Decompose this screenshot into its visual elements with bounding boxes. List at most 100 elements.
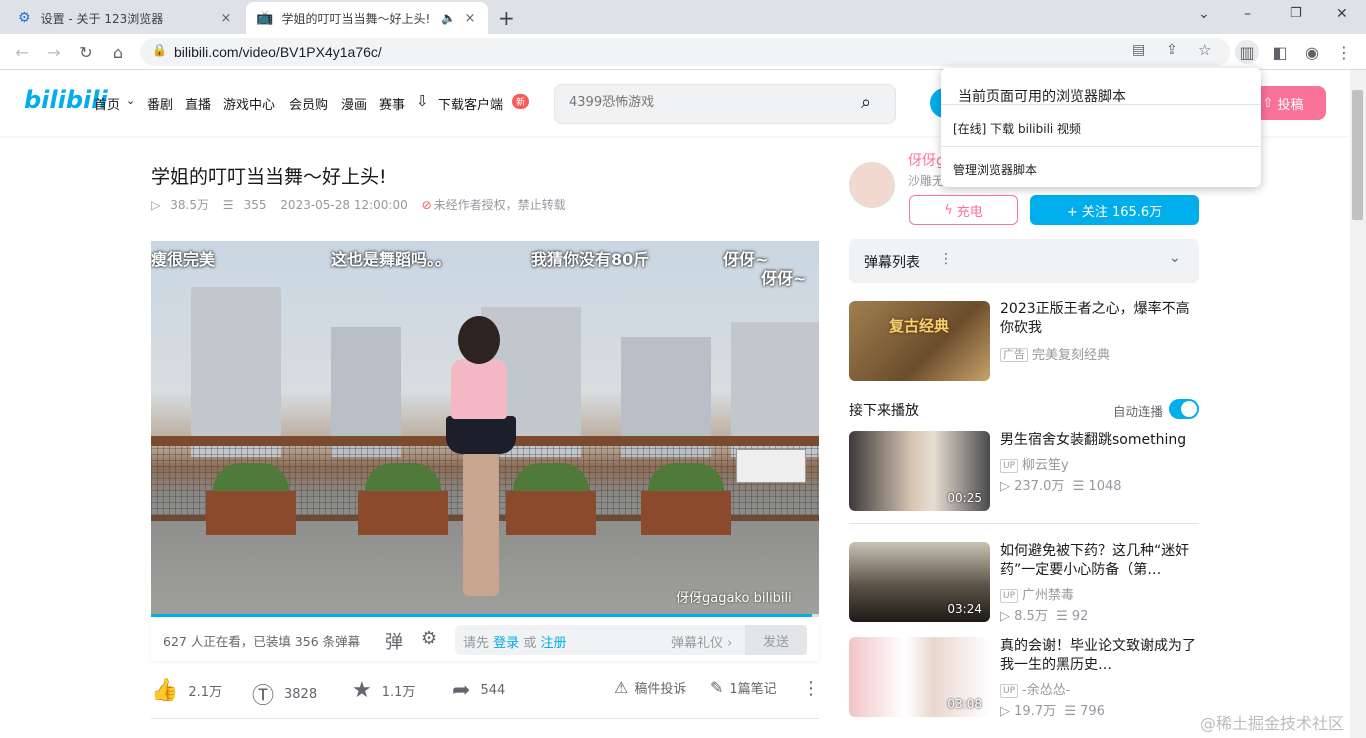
back-icon[interactable]: ← (10, 40, 34, 64)
danmaku-toggle-icon[interactable]: 弹 (385, 628, 403, 654)
close-window-button[interactable]: ✕ (1336, 6, 1348, 22)
send-button[interactable]: 发送 (745, 625, 807, 655)
divider (941, 104, 1261, 105)
reader-mode-icon[interactable]: ▤ (1132, 42, 1145, 58)
uploader-name: -余怂怂- (1022, 683, 1071, 698)
video-meta: ▷ 38.5万 ☰ 355 2023-05-28 12:00:00 ⊘ 未经作者授权，… (151, 196, 576, 213)
coin-count: 3828 (284, 686, 318, 702)
nav-anime[interactable]: 番剧 (147, 94, 173, 113)
uploader-desc: 沙雕无 (908, 174, 945, 188)
lock-icon: 🔒 (152, 43, 167, 57)
building (191, 287, 281, 457)
sign (736, 449, 806, 483)
login-link[interactable]: 登录 (493, 636, 519, 651)
speaker-icon[interactable]: 🔈 (441, 11, 456, 25)
rec-video-title[interactable]: 如何避免被下药？这几种“迷奸药”一定要小心防备（第… (1000, 542, 1200, 580)
autoplay-toggle[interactable] (1169, 399, 1199, 419)
close-icon[interactable]: × (462, 11, 478, 26)
rec-stats: ▷ 8.5万 ☰ 92 (1000, 605, 1088, 624)
danmaku-icon: ☰ (1056, 704, 1081, 719)
danmaku-etiquette-link[interactable]: 弹幕礼仪 › (671, 632, 732, 651)
nav-home[interactable]: 首页 (94, 94, 120, 113)
dancer (463, 451, 499, 596)
video-thumbnail[interactable]: 00:25 (849, 431, 990, 511)
minimize-button[interactable]: – (1244, 6, 1251, 22)
video-duration: 00:25 (947, 491, 982, 505)
tab-bilibili[interactable]: 📺 学姐的叮叮当当舞～好上头! 🔈 × (246, 2, 488, 34)
register-link[interactable]: 注册 (540, 636, 566, 651)
danmaku-count: 796 (1080, 704, 1105, 719)
video-duration: 03:08 (947, 697, 982, 711)
new-tab-button[interactable]: + (498, 6, 515, 30)
coin-button[interactable]: Ⓣ 3828 (252, 678, 317, 710)
uploader-avatar[interactable] (849, 162, 895, 208)
rec-uploader[interactable]: UP 柳云笙y (1000, 454, 1069, 473)
bookmark-star-icon[interactable]: ☆ (1198, 41, 1211, 59)
report-button[interactable]: ⚠ 稿件投诉 (614, 678, 686, 697)
popup-heading: 当前页面可用的浏览器脚本 (958, 89, 1126, 105)
share-icon[interactable]: ⇪ (1166, 42, 1178, 58)
popup-item-manage-scripts[interactable]: 管理浏览器脚本 (953, 161, 1037, 178)
copyright-notice: 未经作者授权，禁止转载 (433, 198, 566, 212)
video-thumbnail[interactable]: 03:08 (849, 637, 990, 717)
close-icon[interactable]: × (218, 11, 234, 26)
profile-icon[interactable]: ◉ (1300, 40, 1324, 64)
rec-uploader[interactable]: UP 广州禁毒 (1000, 584, 1074, 603)
menu-icon[interactable]: ⋮ (1332, 40, 1356, 64)
nav-manga[interactable]: 漫画 (341, 94, 367, 113)
danmaku-icon: ☰ (222, 198, 234, 212)
search-icon[interactable]: ⌕ (861, 92, 871, 113)
nav-mall[interactable]: 会员购 (289, 94, 328, 113)
danmaku-settings-icon[interactable]: ⚙ (421, 628, 437, 649)
nav-download-client[interactable]: 下载客户端 (438, 94, 503, 113)
site-watermark: @稀土掘金技术社区 (1200, 714, 1345, 733)
ad-title[interactable]: 2023正版王者之心，爆率不高你砍我 (1000, 300, 1200, 338)
charge-button[interactable]: ϟ 充电 (909, 195, 1018, 225)
share-button[interactable]: ➦ 544 (452, 678, 505, 703)
up-next-label: 接下来播放 (849, 403, 919, 419)
danmaku-count: 92 (1071, 609, 1089, 624)
scrollbar-thumb[interactable] (1352, 90, 1363, 220)
notes-button[interactable]: ✎ 1篇笔记 (710, 678, 777, 697)
address-bar[interactable]: 🔒 bilibili.com/video/BV1PX4y1a76c/ ▤ ⇪ ☆ (140, 38, 1230, 66)
ad-thumbnail[interactable]: 复古经典 (849, 301, 990, 381)
home-icon[interactable]: ⌂ (106, 40, 130, 64)
video-thumbnail[interactable]: 03:24 (849, 542, 990, 622)
sidebar-icon[interactable]: ◧ (1268, 40, 1292, 64)
star-icon: ★ (352, 678, 372, 703)
nav-esports[interactable]: 赛事 (379, 94, 405, 113)
maximize-button[interactable]: ❐ (1290, 6, 1302, 21)
rec-uploader[interactable]: UP -余怂怂- (1000, 679, 1070, 698)
script-extension-icon[interactable]: ▥ (1235, 40, 1259, 64)
more-icon[interactable]: ⋮ (939, 251, 953, 267)
follow-button[interactable]: + 关注 165.6万 (1030, 195, 1199, 225)
no-repost-icon: ⊘ (421, 198, 432, 212)
danmaku-list-label: 弹幕列表 (864, 255, 920, 271)
popup-item-download-script[interactable]: [在线] 下载 bilibili 视频 (953, 120, 1081, 137)
tab-search-icon[interactable]: ⌄ (1198, 6, 1210, 22)
forward-icon[interactable]: → (42, 40, 66, 64)
rec-video-title[interactable]: 真的会谢！毕业论文致谢成为了我一生的黑历史… (1000, 637, 1200, 675)
like-button[interactable]: 👍 2.1万 (151, 678, 222, 703)
video-duration: 03:24 (947, 602, 982, 616)
progress-bar[interactable] (151, 614, 819, 617)
ad-thumb-text: 复古经典 (889, 317, 950, 335)
tab-settings[interactable]: ⚙ 设置 - 关于 123浏览器 × (8, 2, 244, 34)
up-tag: UP (1000, 684, 1019, 698)
nav-live[interactable]: 直播 (185, 94, 211, 113)
more-button[interactable]: ⋮ (802, 678, 830, 699)
favorite-button[interactable]: ★ 1.1万 (352, 678, 415, 703)
uploader-name: 柳云笙y (1022, 458, 1069, 473)
reload-icon[interactable]: ↻ (74, 40, 98, 64)
share-arrow-icon: ➦ (452, 678, 471, 703)
video-player[interactable]: 瘦很完美 这也是舞蹈吗。。 我猜你没有80斤 伢伢~ 伢伢~ 伢伢gagako … (151, 241, 819, 617)
video-title: 学姐的叮叮当当舞～好上头! (151, 166, 387, 188)
nav-game-center[interactable]: 游戏中心 (223, 94, 275, 113)
view-count: 8.5万 (1014, 609, 1048, 624)
rec-video-title[interactable]: 男生宿舍女装翻跳something (1000, 431, 1200, 450)
view-count: 38.5万 (170, 198, 209, 212)
danmaku-list-panel[interactable]: 弹幕列表 ⋮ ⌄ (849, 239, 1199, 283)
danmaku-icon: ☰ (1047, 609, 1072, 624)
search-input[interactable] (569, 95, 839, 110)
ad-source: 广告 完美复刻经典 (1000, 344, 1110, 363)
